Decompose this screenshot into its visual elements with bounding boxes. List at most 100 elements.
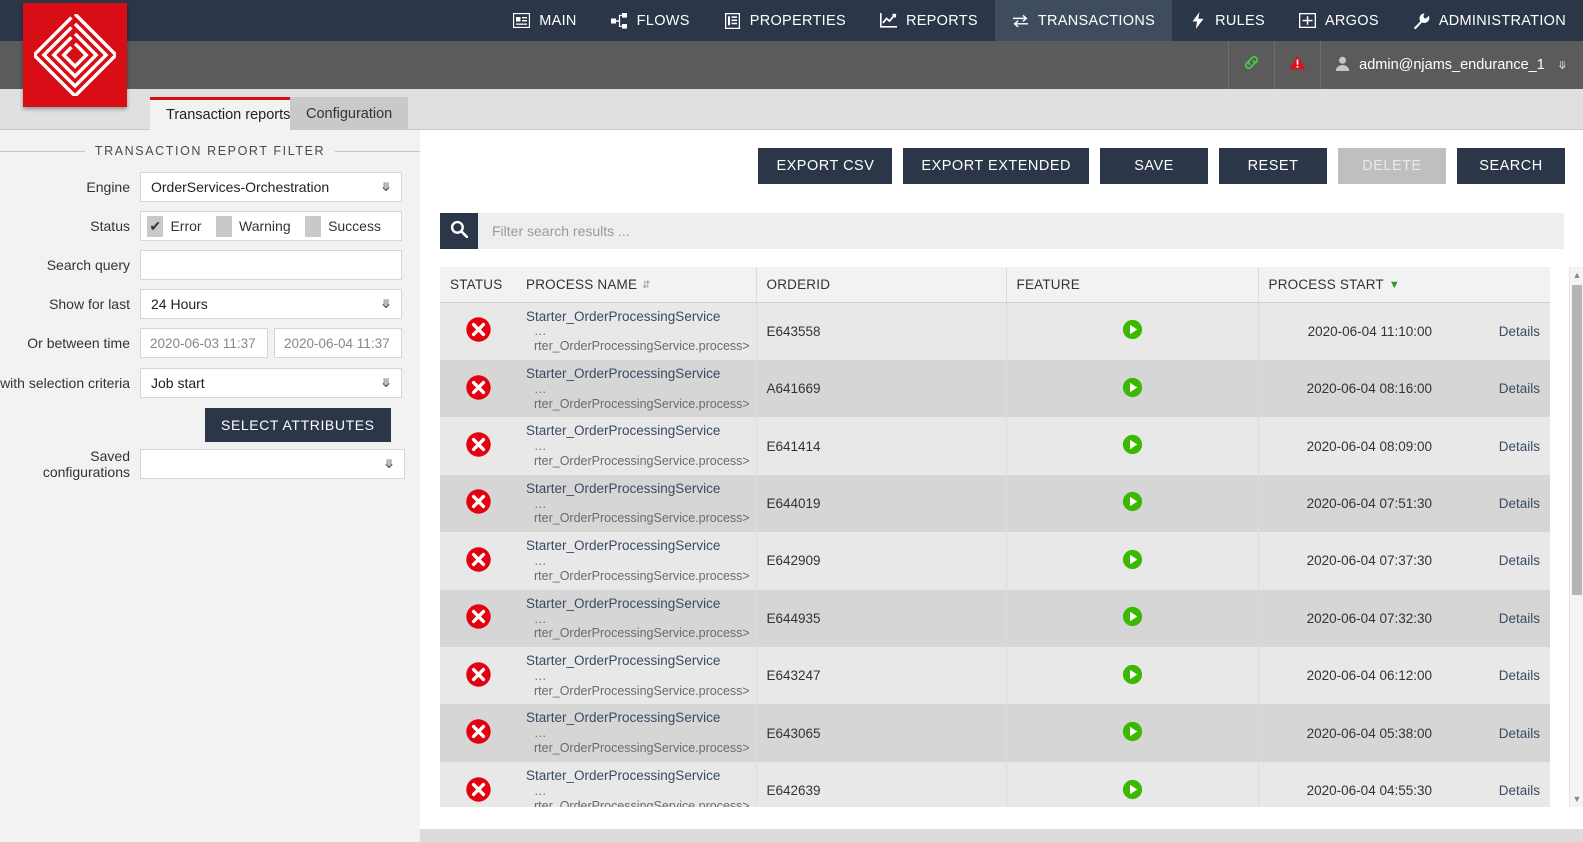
error-status-icon xyxy=(465,316,492,346)
cell-process-start: 2020-06-04 07:32:30 xyxy=(1257,589,1458,648)
select-attributes-button[interactable]: SELECT ATTRIBUTES xyxy=(205,408,391,442)
save-button[interactable]: SAVE xyxy=(1100,148,1208,184)
column-label: PROCESS START xyxy=(1268,276,1384,292)
saved-configurations-select[interactable]: ⤋ xyxy=(140,449,405,479)
search-query-input[interactable] xyxy=(140,250,402,280)
details-link[interactable]: Details xyxy=(1499,726,1540,741)
column-header-details xyxy=(1458,267,1550,303)
vertical-scrollbar[interactable]: ▲ ▼ xyxy=(1569,267,1583,807)
selection-criteria-select[interactable]: Job start ⤋ xyxy=(140,368,402,398)
cell-details: Details xyxy=(1458,532,1550,590)
sort-desc-icon[interactable]: ▼ xyxy=(1389,279,1400,291)
play-icon[interactable] xyxy=(1122,779,1143,803)
user-menu[interactable]: admin@njams_endurance_1 ⤋ xyxy=(1320,41,1583,89)
checkbox-warning[interactable] xyxy=(215,215,232,237)
nav-item-reports[interactable]: REPORTS xyxy=(863,0,995,41)
play-icon[interactable] xyxy=(1122,606,1143,630)
nav-label: REPORTS xyxy=(905,12,978,29)
play-icon[interactable] xyxy=(1122,491,1143,515)
details-link[interactable]: Details xyxy=(1499,381,1540,396)
show-for-last-label: Show for last xyxy=(49,296,130,312)
error-status-icon xyxy=(465,546,492,576)
process-name-primary: Starter_OrderProcessingService xyxy=(526,595,721,611)
column-header-process-name[interactable]: PROCESS NAME ⇵ xyxy=(516,267,756,303)
scroll-down-arrow-icon[interactable]: ▼ xyxy=(1570,791,1583,807)
chevron-down-icon: ⤋ xyxy=(380,376,391,390)
details-link[interactable]: Details xyxy=(1499,668,1540,683)
export-extended-button[interactable]: EXPORT EXTENDED xyxy=(903,148,1089,184)
cell-feature xyxy=(1005,761,1258,807)
error-status-icon xyxy=(465,488,492,518)
nav-item-properties[interactable]: PROPERTIES xyxy=(707,0,863,41)
table-row[interactable]: Starter_OrderProcessingService …rter_Orde… xyxy=(440,302,1550,360)
engine-label: Engine xyxy=(86,179,130,195)
table-row[interactable]: Starter_OrderProcessingService …rter_Orde… xyxy=(440,589,1550,648)
reset-button[interactable]: RESET xyxy=(1219,148,1327,184)
tab-configuration[interactable]: Configuration xyxy=(290,97,409,130)
app-logo[interactable] xyxy=(23,3,127,107)
search-button[interactable]: SEARCH xyxy=(1457,148,1565,184)
play-icon[interactable] xyxy=(1122,319,1143,343)
column-header-status[interactable]: STATUS xyxy=(440,267,516,303)
nav-item-flows[interactable]: FLOWS xyxy=(594,0,707,41)
process-name-secondary: …rter_OrderProcessingService.process> xyxy=(534,783,750,807)
main-icon xyxy=(513,12,531,29)
date-to-input[interactable]: 2020-06-04 11:37 xyxy=(274,328,402,358)
link-status-button[interactable] xyxy=(1228,41,1274,89)
top-navigation-bar: MAIN FLOWS PROPERTIES REPORTS TRANSACTIO xyxy=(0,0,1583,41)
play-icon[interactable] xyxy=(1122,549,1143,573)
sort-icon[interactable]: ⇵ xyxy=(642,280,651,291)
table-row[interactable]: Starter_OrderProcessingService …rter_Orde… xyxy=(440,704,1550,762)
details-link[interactable]: Details xyxy=(1499,324,1540,339)
table-row[interactable]: Starter_OrderProcessingService …rter_Orde… xyxy=(440,647,1550,705)
column-header-orderid[interactable]: ORDERID xyxy=(755,267,1006,303)
alert-indicator-button[interactable] xyxy=(1274,41,1320,89)
table-row[interactable]: Starter_OrderProcessingService …rter_Orde… xyxy=(440,532,1550,590)
error-status-icon xyxy=(465,374,492,404)
checkbox-success-label: Success xyxy=(328,218,381,234)
column-header-process-start[interactable]: PROCESS START ▼ xyxy=(1257,267,1458,303)
cell-orderid: A641669 xyxy=(755,359,1006,418)
show-for-last-select[interactable]: 24 Hours ⤋ xyxy=(140,289,402,319)
transaction-report-filter-panel: TRANSACTION REPORT FILTER Engine OrderSe… xyxy=(0,130,420,842)
cell-details: Details xyxy=(1458,761,1550,807)
table-row[interactable]: Starter_OrderProcessingService …rter_Orde… xyxy=(440,359,1550,418)
checkbox-success[interactable] xyxy=(304,215,322,237)
cell-details: Details xyxy=(1458,704,1550,762)
nav-item-rules[interactable]: RULES xyxy=(1172,0,1282,41)
cell-feature xyxy=(1005,359,1258,418)
play-icon[interactable] xyxy=(1122,664,1143,688)
details-link[interactable]: Details xyxy=(1499,439,1540,454)
play-icon[interactable] xyxy=(1122,377,1143,401)
table-row[interactable]: Starter_OrderProcessingService …rter_Orde… xyxy=(440,761,1550,807)
search-input[interactable] xyxy=(478,213,1564,249)
scrollbar-thumb[interactable] xyxy=(1572,285,1582,595)
details-link[interactable]: Details xyxy=(1499,611,1540,626)
column-header-feature[interactable]: FEATURE xyxy=(1005,267,1258,303)
details-link[interactable]: Details xyxy=(1499,496,1540,511)
details-link[interactable]: Details xyxy=(1499,783,1540,798)
engine-value: OrderServices-Orchestration xyxy=(151,179,330,195)
horizontal-scrollbar[interactable] xyxy=(420,829,1583,842)
date-from-input[interactable]: 2020-06-03 11:37 xyxy=(140,328,268,358)
play-icon[interactable] xyxy=(1122,434,1143,458)
cell-status xyxy=(440,474,516,533)
table-row[interactable]: Starter_OrderProcessingService …rter_Orde… xyxy=(440,417,1550,475)
field-search-query: Search query xyxy=(0,250,402,280)
table-row[interactable]: Starter_OrderProcessingService …rter_Orde… xyxy=(440,474,1550,533)
export-csv-button[interactable]: EXPORT CSV xyxy=(758,148,893,184)
nav-item-main[interactable]: MAIN xyxy=(496,0,593,41)
checkbox-error[interactable]: ✔ xyxy=(147,215,164,237)
engine-select[interactable]: OrderServices-Orchestration ⤋ xyxy=(140,172,402,202)
nav-item-transactions[interactable]: TRANSACTIONS xyxy=(994,0,1173,41)
nav-item-argos[interactable]: ARGOS xyxy=(1282,0,1396,41)
tab-transaction-reports[interactable]: Transaction reports xyxy=(150,97,307,130)
nav-item-administration[interactable]: ADMINISTRATION xyxy=(1396,0,1583,41)
play-icon[interactable] xyxy=(1122,721,1143,745)
field-between-time: Or between time 2020-06-03 11:37 2020-06… xyxy=(0,328,402,358)
search-icon-button[interactable] xyxy=(440,213,478,249)
details-link[interactable]: Details xyxy=(1499,553,1540,568)
scroll-up-arrow-icon[interactable]: ▲ xyxy=(1570,267,1583,283)
process-name-primary: Starter_OrderProcessingService xyxy=(526,538,721,554)
cell-details: Details xyxy=(1458,647,1550,705)
